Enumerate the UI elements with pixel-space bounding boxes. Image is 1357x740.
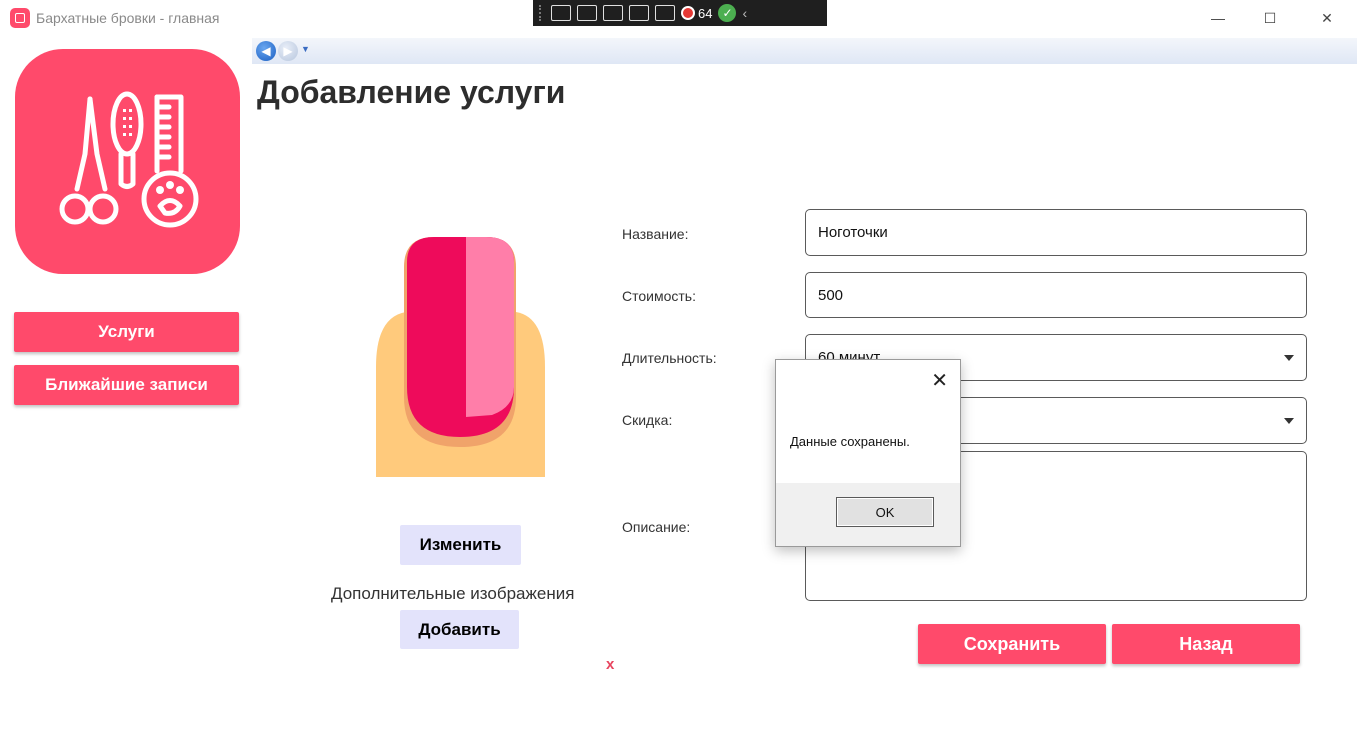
duration-label: Длительность: xyxy=(622,350,717,366)
track-focus-icon[interactable] xyxy=(655,5,675,21)
frame-rate-icon xyxy=(681,6,695,20)
add-image-button[interactable]: Добавить xyxy=(400,610,519,649)
extra-images-label: Дополнительные изображения xyxy=(331,584,575,603)
collapse-chevron-icon[interactable]: ‹ xyxy=(742,5,747,21)
page-title: Добавление услуги xyxy=(257,74,566,110)
dialog-close-icon[interactable]: ✕ xyxy=(931,368,948,393)
sidebar-item-services[interactable]: Услуги xyxy=(14,312,239,352)
toolbar-grip-icon[interactable] xyxy=(539,5,545,21)
duration-dropdown-icon[interactable] xyxy=(1284,354,1294,361)
nail-icon xyxy=(376,237,545,477)
dialog-footer: OK xyxy=(776,483,960,546)
name-input[interactable]: Ноготочки xyxy=(805,209,1307,256)
app-icon xyxy=(10,8,30,28)
message-dialog: ✕ Данные сохранены. OK xyxy=(775,359,961,547)
sidebar-item-upcoming-appointments[interactable]: Ближайшие записи xyxy=(14,365,239,405)
app-logo xyxy=(15,49,240,274)
change-image-button[interactable]: Изменить xyxy=(400,525,521,565)
forward-arrow-icon[interactable]: ▶ xyxy=(278,41,298,61)
remove-image-button[interactable]: x xyxy=(606,656,614,673)
service-image xyxy=(376,237,545,477)
window-title: Бархатные бровки - главная xyxy=(36,10,220,26)
name-label: Название: xyxy=(622,226,689,242)
discount-label: Скидка: xyxy=(622,412,673,428)
back-arrow-icon[interactable]: ◀ xyxy=(256,41,276,61)
grooming-tools-icon xyxy=(59,91,199,228)
maximize-button[interactable]: ☐ xyxy=(1247,0,1293,36)
cost-input[interactable]: 500 xyxy=(805,272,1307,318)
debug-toolbar: 64 ✓ ‹ xyxy=(533,0,827,26)
name-value: Ноготочки xyxy=(818,224,888,241)
history-dropdown-icon[interactable]: ▼ xyxy=(301,44,310,54)
dialog-message: Данные сохранены. xyxy=(790,434,910,449)
close-window-button[interactable]: ✕ xyxy=(1304,0,1350,36)
navigation-bar xyxy=(252,38,1357,64)
fps-counter[interactable]: 64 xyxy=(681,6,712,21)
cost-label: Стоимость: xyxy=(622,288,696,304)
record-video-icon[interactable] xyxy=(577,5,597,21)
save-button[interactable]: Сохранить xyxy=(918,624,1106,664)
back-button[interactable]: Назад xyxy=(1112,624,1300,664)
description-label: Описание: xyxy=(622,519,691,535)
minimize-button[interactable]: — xyxy=(1195,0,1241,36)
discount-dropdown-icon[interactable] xyxy=(1284,417,1294,424)
dialog-ok-button[interactable]: OK xyxy=(836,497,934,527)
live-tree-icon[interactable] xyxy=(551,5,571,21)
cost-value: 500 xyxy=(818,286,844,304)
display-layout-icon[interactable] xyxy=(629,5,649,21)
fps-value: 64 xyxy=(698,5,713,21)
check-icon[interactable]: ✓ xyxy=(718,4,737,22)
select-element-icon[interactable] xyxy=(603,5,623,21)
